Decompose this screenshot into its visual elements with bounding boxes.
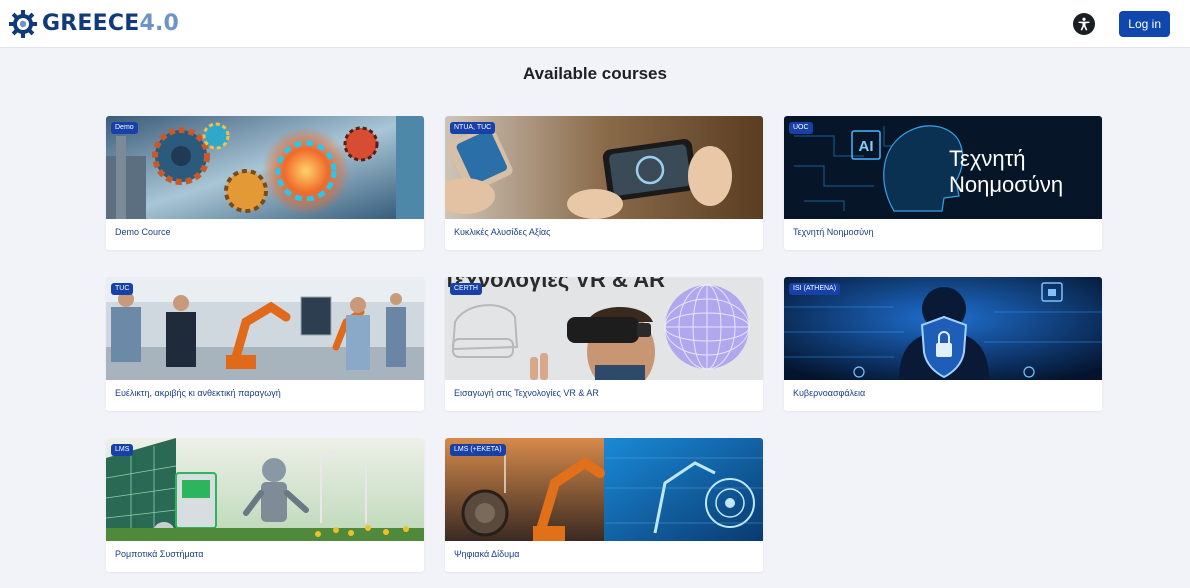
course-badge: Demo xyxy=(111,122,138,134)
robotics-energy-illustration xyxy=(106,438,424,541)
course-title-link[interactable]: Τεχνητή Νοημοσύνη xyxy=(784,219,1102,237)
course-title-link[interactable]: Ευέλικτη, ακριβής κι ανθεκτική παραγωγή xyxy=(106,380,424,398)
accessibility-icon xyxy=(1078,17,1090,30)
course-card[interactable]: AI Τεχνητή Νοημοσύνη UOC Τεχνητή Νοημοσύ… xyxy=(784,116,1102,250)
course-card[interactable]: NTUA, TUC Κυκλικές Αλυσίδες Αξίας xyxy=(445,116,763,250)
ai-image-text-line1: Τεχνητή xyxy=(949,146,1026,171)
course-image[interactable]: Demo xyxy=(106,116,424,219)
ai-image-text-line2: Νοημοσύνη xyxy=(949,172,1063,197)
course-badge: CERTH xyxy=(450,283,482,295)
vr-headset-illustration: Τεχνολογίες VR & AR xyxy=(445,277,763,380)
course-badge: LMS (+EKETA) xyxy=(450,444,506,456)
course-title-link[interactable]: Κυβερνοασφάλεια xyxy=(784,380,1102,398)
course-badge: ISI (ATHENA) xyxy=(789,283,841,295)
course-image[interactable]: ISI (ATHENA) xyxy=(784,277,1102,380)
course-card[interactable]: Τεχνολογίες VR & AR CERTH Εισαγωγή στις … xyxy=(445,277,763,411)
course-card[interactable]: LMS (+EKETA) Ψηφιακά Δίδυμα xyxy=(445,438,763,572)
course-badge: UOC xyxy=(789,122,813,134)
course-grid: Demo Demo Cource NTUA, TUC Κυκλικές Αλυσ… xyxy=(106,116,1102,572)
factory-robots-illustration xyxy=(106,277,424,380)
course-badge: LMS xyxy=(111,444,134,456)
brand-logo-link[interactable]: GREECE4.0 xyxy=(8,9,179,39)
course-card[interactable]: ISI (ATHENA) Κυβερνοασφάλεια xyxy=(784,277,1102,411)
course-title-link[interactable]: Demo Cource xyxy=(106,219,424,237)
accessibility-button[interactable] xyxy=(1073,12,1096,35)
course-image[interactable]: NTUA, TUC xyxy=(445,116,763,219)
page-title: Available courses xyxy=(523,64,667,83)
course-title-link[interactable]: Ψηφιακά Δίδυμα xyxy=(445,541,763,559)
course-badge: TUC xyxy=(111,283,134,295)
course-image[interactable]: LMS (+EKETA) xyxy=(445,438,763,541)
course-image[interactable]: Τεχνολογίες VR & AR CERTH xyxy=(445,277,763,380)
course-card[interactable]: LMS Ρομποτικά Συστήματα xyxy=(106,438,424,572)
top-navbar: GREECE4.0 Log in xyxy=(0,0,1190,48)
course-image[interactable]: TUC xyxy=(106,277,424,380)
course-title-link[interactable]: Εισαγωγή στις Τεχνολογίες VR & AR xyxy=(445,380,763,398)
course-badge: NTUA, TUC xyxy=(450,122,496,134)
ai-chip-label: AI xyxy=(859,138,874,155)
course-title-link[interactable]: Κυκλικές Αλυσίδες Αξίας xyxy=(445,219,763,237)
course-card[interactable]: TUC Ευέλικτη, ακριβής κι ανθεκτική παραγ… xyxy=(106,277,424,411)
gears-illustration xyxy=(106,116,424,219)
brand-name: GREECE4.0 xyxy=(42,11,180,36)
course-image[interactable]: AI Τεχνητή Νοημοσύνη UOC xyxy=(784,116,1102,219)
ai-head-illustration: AI Τεχνητή Νοημοσύνη xyxy=(784,116,1102,219)
course-image[interactable]: LMS xyxy=(106,438,424,541)
course-card[interactable]: Demo Demo Cource xyxy=(106,116,424,250)
course-title-link[interactable]: Ρομποτικά Συστήματα xyxy=(106,541,424,559)
login-button[interactable]: Log in xyxy=(1119,10,1170,37)
gear-logo-icon xyxy=(9,9,37,38)
